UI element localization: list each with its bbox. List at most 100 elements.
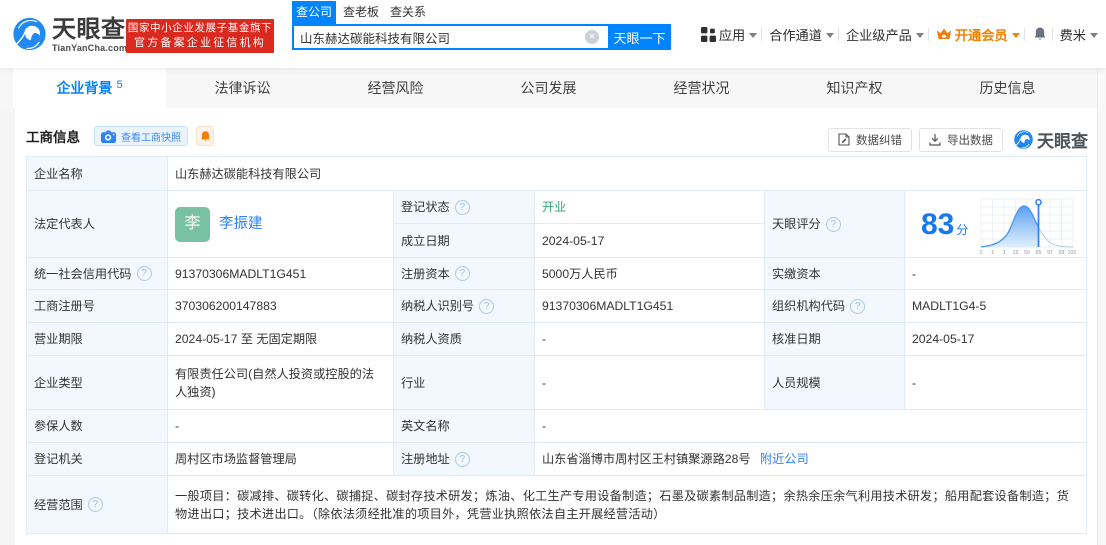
field-label: 参保人数	[26, 409, 168, 443]
apps-grid-icon-svg	[700, 26, 716, 42]
tianyancha-logo-icon	[13, 17, 46, 51]
reg-number-value: 370306200147883	[167, 289, 394, 323]
help-icon[interactable]: ?	[825, 216, 841, 232]
svg-text:3: 3	[1003, 250, 1006, 255]
svg-text:100: 100	[1068, 250, 1076, 255]
insured-count-value: -	[167, 409, 394, 443]
field-label-text: 成立日期	[401, 233, 450, 248]
field-label: 注册地址?	[393, 442, 535, 476]
menu-apps[interactable]: 应用	[700, 25, 758, 44]
tab-operation-status[interactable]: 经营状况	[625, 68, 778, 108]
tab-history-info[interactable]: 历史信息	[931, 68, 1084, 108]
table-row: 法定代表人 李 李振建 登记状态? 开业 天眼评分? 83 分 0 1 3 15…	[26, 190, 1087, 258]
help-icon[interactable]: ?	[850, 298, 866, 314]
field-value: 91370306MADLT1G451	[542, 299, 674, 313]
field-value: 2024-05-17	[542, 233, 605, 248]
paid-capital-value: -	[904, 257, 1087, 290]
score-cell: 83 分 0 1 3 15 50 85 97 99 100	[904, 190, 1087, 258]
search-input[interactable]	[300, 30, 602, 44]
reg-status-value: 开业	[534, 190, 765, 224]
company-type-value: 有限责任公司(自然人投资或控股的法人独资)	[167, 355, 394, 410]
field-label-text: 注册地址	[401, 452, 450, 466]
taxpayer-id-value: 91370306MADLT1G451	[534, 289, 765, 323]
field-label-text: 纳税人识别号	[401, 299, 475, 313]
tab-company-background[interactable]: 企业背景 5	[13, 68, 166, 108]
reg-authority-value: 周村区市场监督管理局	[167, 442, 394, 476]
search-tab-company[interactable]: 查公司	[292, 1, 337, 24]
score-value[interactable]: 83 分	[921, 208, 968, 246]
camera-icon	[101, 130, 116, 143]
nearby-companies-link[interactable]: 附近公司	[760, 452, 809, 466]
label-with-help: 登记状态?	[401, 198, 527, 216]
tab-label: 经营状况	[673, 80, 730, 96]
legal-rep-link[interactable]: 李振建	[219, 215, 263, 233]
crown-icon	[936, 27, 952, 41]
field-value: 有限责任公司(自然人投资或控股的法人独资)	[175, 366, 375, 399]
reg-capital-value: 5000万人民币	[534, 257, 765, 290]
search-tab-boss[interactable]: 查老板	[339, 1, 383, 24]
field-label-text: 法定代表人	[34, 217, 95, 231]
help-icon[interactable]: ?	[454, 199, 470, 215]
notifications[interactable]	[1032, 26, 1048, 42]
menu-user[interactable]: 费米	[1060, 25, 1098, 44]
tianyancha-logo[interactable]: 天眼查 TianYanCha.com	[13, 17, 127, 53]
menu-cooperation[interactable]: 合作通道	[769, 25, 834, 44]
field-label-text: 统一社会信用代码	[34, 266, 132, 281]
tianyancha-watermark: 天眼查	[1014, 127, 1088, 152]
field-label: 营业期限	[26, 322, 168, 356]
search-module: 查公司 查老板 查关系 ✕ 天眼一下	[292, 1, 671, 50]
tab-company-development[interactable]: 公司发展	[472, 68, 625, 108]
help-icon[interactable]: ?	[136, 266, 152, 281]
header-menu: 应用 合作通道 企业级产品 开通会员 费米	[700, 0, 1098, 68]
chevron-down-icon	[825, 32, 834, 38]
field-label: 成立日期	[393, 223, 535, 258]
label-with-help: 注册地址?	[401, 450, 527, 468]
field-label: 天眼评分?	[764, 190, 905, 258]
field-label: 登记状态?	[393, 190, 535, 224]
label-with-help: 统一社会信用代码?	[34, 265, 160, 283]
search-tabs: 查公司 查老板 查关系	[292, 1, 671, 25]
table-row: 统一社会信用代码? 91370306MADLT1G451 注册资本? 5000万…	[26, 257, 1087, 290]
menu-vip[interactable]: 开通会员	[936, 25, 1020, 44]
search-input-box: ✕	[292, 24, 608, 50]
score-distribution-chart[interactable]: 0 1 3 15 50 85 97 99 100	[978, 198, 1076, 255]
badge-line-2: 官方备案企业征信机构	[134, 37, 266, 49]
field-label-text: 登记机关	[34, 452, 83, 466]
clear-search-icon[interactable]: ✕	[585, 30, 599, 44]
brand-domain: TianYanCha.com	[52, 43, 128, 53]
menu-label: 企业级产品	[845, 27, 912, 43]
field-label-text: 企业名称	[34, 166, 83, 181]
help-icon[interactable]: ?	[479, 298, 495, 314]
search-button[interactable]: 天眼一下	[608, 24, 671, 50]
snapshot-button[interactable]: 查看工商快照	[94, 126, 188, 146]
field-label-text: 注册资本	[401, 266, 450, 281]
field-value: -	[542, 375, 547, 390]
search-tab-relation[interactable]: 查关系	[386, 1, 430, 24]
legal-rep-avatar[interactable]: 李	[175, 206, 210, 242]
table-row: 登记机关 周村区市场监督管理局 注册地址? 山东省淄博市周村区王村镇聚源路28号…	[26, 442, 1087, 476]
tab-label: 知识产权	[826, 80, 883, 96]
tab-intellectual-property[interactable]: 知识产权	[778, 68, 931, 108]
help-icon[interactable]: ?	[454, 266, 470, 281]
tianyancha-logo-icon	[1014, 130, 1033, 149]
site-header: 天眼查 TianYanCha.com 国家中小企业发展子基金旗下 官方备案企业征…	[0, 0, 1106, 68]
approval-date-value: 2024-05-17	[904, 322, 1087, 356]
menu-enterprise[interactable]: 企业级产品	[846, 25, 924, 44]
tab-operation-risk[interactable]: 经营风险	[319, 68, 472, 108]
org-code-value: MADLT1G4-5	[904, 289, 1087, 323]
table-row: 经营范围? 一般项目：碳减排、碳转化、碳捕捉、碳封存技术研发；炼油、化工生产专用…	[26, 475, 1087, 534]
data-correction-button[interactable]: 数据纠错	[828, 127, 912, 152]
tab-legal-proceedings[interactable]: 法律诉讼	[166, 68, 319, 108]
help-icon[interactable]: ?	[87, 497, 103, 512]
document-edit-icon-svg	[838, 133, 850, 146]
chevron-down-icon	[1011, 32, 1020, 38]
export-data-button[interactable]: 导出数据	[919, 127, 1003, 152]
monitor-bell-button[interactable]	[196, 126, 214, 146]
field-value: 91370306MADLT1G451	[175, 266, 307, 281]
field-label: 经营范围?	[26, 475, 168, 534]
business-info-card: 工商信息 查看工商快照 数据纠错 导出数据 天眼查 企业名称 山东赫达碳能科技有…	[15, 108, 1097, 545]
scrollbar-track[interactable]	[1097, 68, 1106, 545]
field-value: -	[912, 266, 917, 281]
help-icon[interactable]: ?	[454, 451, 470, 467]
field-value: 2024-05-17 至 无固定期限	[175, 332, 318, 346]
